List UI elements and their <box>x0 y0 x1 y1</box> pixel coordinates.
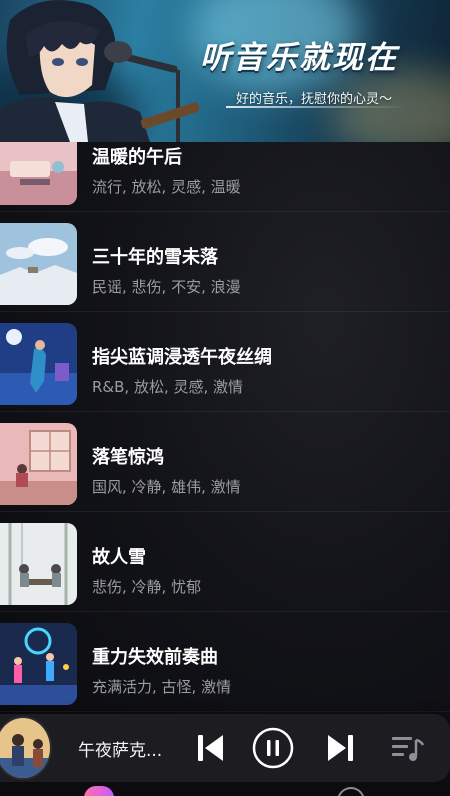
skip-previous-icon <box>198 735 223 761</box>
music-app: 听音乐就现在 好的音乐，抚慰你的心灵～ 温暖的午后 流行, 放松, 灵感, 温暖 <box>0 0 450 796</box>
banner-underline <box>226 106 406 108</box>
previous-track-button[interactable] <box>196 732 226 764</box>
chinese-room-cover <box>0 423 77 505</box>
playlist-button[interactable] <box>390 732 426 764</box>
song-title: 指尖蓝调浸透午夜丝绸 <box>92 347 272 368</box>
playlist-icon <box>392 737 425 761</box>
pause-button[interactable] <box>252 727 294 769</box>
cozy-room-cover <box>0 142 77 205</box>
song-row[interactable]: 重力失效前奏曲 充满活力, 古怪, 激情 <box>0 612 450 712</box>
song-row[interactable]: 温暖的午后 流行, 放松, 灵感, 温暖 <box>0 142 450 212</box>
banner-subtitle: 好的音乐，抚慰你的心灵～ <box>236 92 393 107</box>
singer-illustration <box>0 0 200 142</box>
cozy-room-art <box>0 142 77 205</box>
song-tags: 充满活力, 古怪, 激情 <box>92 678 232 696</box>
snowy-field-art <box>0 223 77 305</box>
profile-icon[interactable] <box>337 787 365 796</box>
bottom-nav <box>0 782 450 796</box>
dancers-cover <box>0 623 77 705</box>
pause-icon <box>252 727 294 769</box>
snow-bamboo-cover <box>0 523 77 605</box>
home-icon[interactable] <box>84 786 114 796</box>
night-bedroom-cover <box>0 323 77 405</box>
song-title: 三十年的雪未落 <box>92 247 218 268</box>
night-bedroom-art <box>0 323 77 405</box>
song-title: 故人雪 <box>92 547 146 568</box>
now-playing-art <box>0 718 50 778</box>
skip-next-icon <box>328 735 353 761</box>
song-tags: 国风, 冷静, 雄伟, 激情 <box>92 478 241 496</box>
banner-title: 听音乐就现在 <box>200 40 398 76</box>
mini-player[interactable]: 午夜萨克... <box>0 714 450 782</box>
next-track-button[interactable] <box>325 732 355 764</box>
song-tags: 悲伤, 冷静, 忧郁 <box>92 578 202 596</box>
snowy-field-cover <box>0 223 77 305</box>
chinese-room-art <box>0 423 77 505</box>
song-title: 重力失效前奏曲 <box>92 647 218 668</box>
now-playing-title[interactable]: 午夜萨克... <box>78 736 162 761</box>
song-title: 温暖的午后 <box>92 147 182 168</box>
song-list[interactable]: 温暖的午后 流行, 放松, 灵感, 温暖 三十年的雪未落 民谣, 悲伤, 不安,… <box>0 142 450 714</box>
now-playing-cover[interactable] <box>0 716 52 780</box>
song-tags: 流行, 放松, 灵感, 温暖 <box>92 178 241 196</box>
song-tags: R&B, 放松, 灵感, 激情 <box>92 378 244 396</box>
song-title: 落笔惊鸿 <box>92 447 164 468</box>
dancers-art <box>0 623 77 705</box>
song-row[interactable]: 三十年的雪未落 民谣, 悲伤, 不安, 浪漫 <box>0 212 450 312</box>
song-tags: 民谣, 悲伤, 不安, 浪漫 <box>92 278 241 296</box>
promo-banner[interactable]: 听音乐就现在 好的音乐，抚慰你的心灵～ <box>0 0 450 142</box>
snow-bamboo-art <box>0 523 77 605</box>
song-row[interactable]: 指尖蓝调浸透午夜丝绸 R&B, 放松, 灵感, 激情 <box>0 312 450 412</box>
song-row[interactable]: 落笔惊鸿 国风, 冷静, 雄伟, 激情 <box>0 412 450 512</box>
song-row[interactable]: 故人雪 悲伤, 冷静, 忧郁 <box>0 512 450 612</box>
